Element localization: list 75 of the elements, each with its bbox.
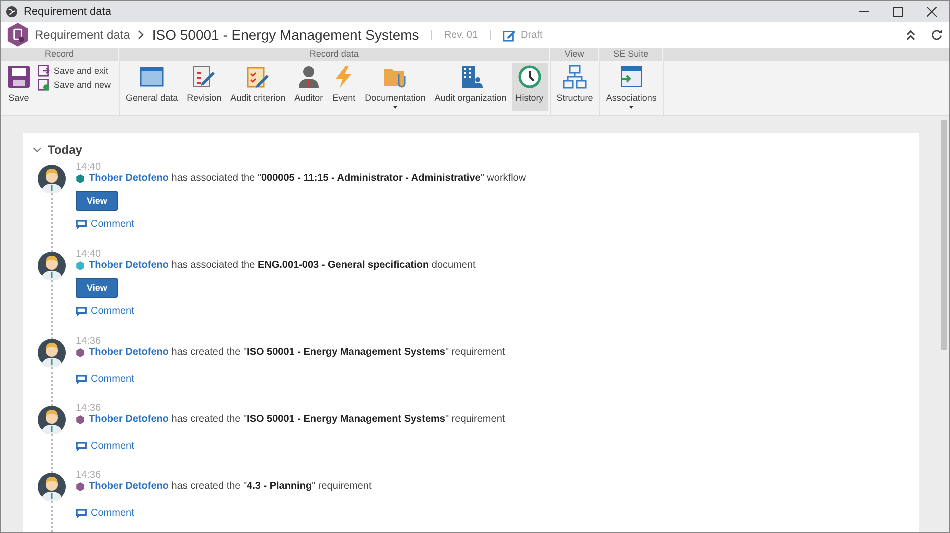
ribbon-group-title: View (550, 48, 598, 61)
breadcrumb-link[interactable]: Requirement data (35, 28, 130, 42)
window-title: Requirement data (24, 6, 112, 18)
author-link[interactable]: Thober Detofeno (89, 260, 169, 271)
ribbon-button[interactable]: Event (328, 63, 360, 111)
save-option-button[interactable]: Save and exit (36, 65, 118, 77)
comment-icon (76, 374, 87, 384)
revision-label: Rev. 01 (444, 30, 478, 40)
save-small-icon (38, 65, 50, 77)
chevron-icon (33, 147, 42, 153)
associations-icon (620, 65, 644, 89)
ribbon-group-title: SE Suite (600, 48, 662, 61)
event-description: Thober Detofeno has created the "ISO 50001 - Energy Management Systems" requirement (89, 347, 506, 358)
comment-icon (76, 442, 87, 452)
view-button[interactable]: View (76, 278, 118, 298)
window-icon (140, 65, 164, 89)
ribbon-button[interactable]: Audit organization (430, 63, 511, 111)
event-description: Thober Detofeno has associated the ENG.001-003 - General specification document (89, 260, 476, 271)
record-title: ISO 50001 - Energy Management Systems (152, 27, 420, 43)
ribbon-button[interactable]: Auditor (290, 63, 328, 111)
comment-link[interactable]: Comment (91, 306, 134, 317)
scrollbar[interactable] (941, 120, 947, 350)
clipboard-icon (246, 65, 270, 89)
event-time: 14:36 (76, 403, 102, 414)
structure-icon (563, 65, 588, 89)
save-button[interactable]: Save (3, 63, 35, 111)
ribbon-button[interactable]: Audit criterion (226, 63, 290, 111)
clock-icon (518, 65, 542, 89)
comment-link[interactable]: Comment (91, 508, 134, 519)
person-icon (296, 65, 321, 89)
ribbon-group-title: Record data (120, 48, 549, 61)
ribbon-button[interactable]: Associations (602, 63, 661, 111)
dropdown-caret-icon (629, 106, 634, 109)
comment-link[interactable]: Comment (91, 219, 134, 230)
edit-icon (503, 28, 516, 42)
collapse-icon[interactable] (905, 29, 917, 41)
dropdown-caret-icon (392, 106, 398, 109)
author-link[interactable]: Thober Detofeno (89, 173, 169, 184)
avatar-silhouette (38, 165, 66, 193)
comment-link[interactable]: Comment (91, 441, 134, 452)
event-time: 14:36 (76, 470, 102, 481)
event-time: 14:36 (76, 336, 102, 347)
comment-icon (76, 306, 87, 316)
globe-icon (6, 6, 18, 18)
comment-link[interactable]: Comment (91, 374, 134, 385)
refresh-icon[interactable] (931, 29, 943, 41)
ribbon-button[interactable]: Documentation (361, 63, 430, 111)
status-label: Draft (521, 30, 543, 40)
document-pencil-icon (192, 65, 216, 89)
chevron-right-icon (138, 30, 144, 40)
ribbon-group-title: Record (1, 48, 118, 61)
comment-icon (76, 220, 87, 230)
event-time: 14:40 (76, 249, 102, 260)
avatar-silhouette (38, 252, 66, 280)
ribbon-button[interactable]: History (512, 63, 548, 111)
avatar-silhouette (38, 406, 66, 434)
maximize-icon[interactable] (893, 6, 903, 16)
avatar-silhouette (38, 473, 66, 501)
view-button[interactable]: View (76, 191, 118, 211)
section-toggle[interactable]: Today (33, 141, 82, 159)
close-icon[interactable] (927, 6, 937, 16)
event-time: 14:40 (76, 162, 102, 173)
ribbon-button[interactable]: Structure (552, 63, 598, 111)
author-link[interactable]: Thober Detofeno (89, 481, 169, 492)
save-small-icon (38, 79, 50, 91)
comment-icon (76, 508, 87, 518)
save-option-button[interactable]: Save and new (36, 79, 118, 91)
avatar-silhouette (38, 339, 66, 367)
event-description: Thober Detofeno has created the "ISO 50001 - Energy Management Systems" requirement (89, 414, 506, 425)
ribbon-button[interactable]: Revision (183, 63, 226, 111)
event-description: Thober Detofeno has associated the "000005 - 11:15 - Administrator - Administrative" workflow (89, 173, 526, 184)
event-description: Thober Detofeno has created the "4.3 - Planning" requirement (89, 481, 372, 492)
author-link[interactable]: Thober Detofeno (89, 347, 169, 358)
ribbon-button[interactable]: General data (122, 63, 182, 111)
author-link[interactable]: Thober Detofeno (89, 414, 169, 425)
